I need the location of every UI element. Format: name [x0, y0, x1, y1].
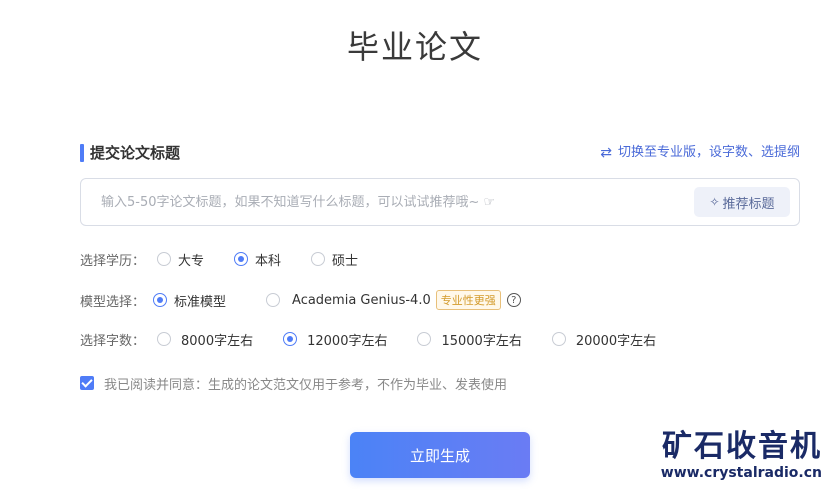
title-input-box: ✧ 推荐标题 [80, 178, 800, 226]
agreement-row: 我已阅读并同意：生成的论文范文仅用于参考，不作为毕业、发表使用 [80, 374, 508, 393]
education-option-dazhuan[interactable]: 大专 [157, 250, 204, 269]
title-input[interactable] [101, 179, 691, 225]
radio-circle[interactable] [311, 252, 326, 266]
option-label: 15000字左右 [441, 333, 522, 349]
option-label: 20000字左右 [575, 333, 657, 349]
pro-badge: 专业性更强 [435, 290, 501, 310]
option-label: 硕士 [332, 253, 359, 269]
agreement-checkbox[interactable] [80, 376, 94, 390]
radio-circle-checked[interactable] [234, 252, 249, 266]
radio-circle[interactable] [157, 252, 172, 266]
watermark-logo: 矿石收音机 www.crystalradio.cn [661, 430, 822, 482]
recommend-title-label: 推荐标题 [722, 196, 775, 212]
education-option-shuoshi[interactable]: 硕士 [311, 250, 358, 269]
option-label: Academia Genius-4.0 [292, 292, 431, 308]
option-label: 本科 [255, 253, 282, 269]
option-label: 标准模型 [174, 294, 227, 310]
word-count-option-12000[interactable]: 12000字左右 [283, 330, 387, 349]
generate-button[interactable]: 立即生成 [350, 432, 530, 478]
radio-circle-checked[interactable] [283, 332, 298, 346]
radio-circle-checked[interactable] [153, 293, 168, 307]
model-option-standard[interactable]: 标准模型 [153, 291, 226, 310]
swap-icon: ⇄ [600, 145, 612, 161]
section-accent-bar [80, 144, 84, 162]
option-label: 大专 [178, 253, 205, 269]
recommend-title-button[interactable]: ✧ 推荐标题 [694, 187, 790, 217]
model-row: 模型选择： 标准模型 Academia Genius-4.0 专业性更强 ? [80, 290, 521, 310]
education-label: 选择学历： [80, 253, 146, 269]
option-label: 8000字左右 [181, 333, 254, 349]
word-count-label: 选择字数： [80, 333, 146, 349]
word-count-option-8000[interactable]: 8000字左右 [157, 330, 253, 349]
word-count-option-15000[interactable]: 15000字左右 [417, 330, 522, 349]
section-title: 提交论文标题 [90, 144, 181, 162]
section-header: 提交论文标题 ⇄ 切换至专业版，设字数、选提纲 [80, 142, 800, 164]
switch-pro-link[interactable]: ⇄ 切换至专业版，设字数、选提纲 [600, 142, 800, 164]
sparkle-icon: ✧ [709, 195, 720, 209]
page-title: 毕业论文 [346, 28, 483, 66]
help-circle-icon[interactable]: ? [506, 293, 521, 307]
word-count-row: 选择字数： 8000字左右 12000字左右 15000字左右 20000字左右 [80, 329, 656, 349]
radio-circle[interactable] [266, 293, 281, 307]
radio-circle[interactable] [551, 332, 566, 346]
word-count-option-20000[interactable]: 20000字左右 [551, 330, 657, 349]
switch-pro-label: 切换至专业版，设字数、选提纲 [617, 145, 800, 160]
radio-circle[interactable] [417, 332, 432, 346]
education-option-benke[interactable]: 本科 [234, 250, 281, 269]
watermark-title: 矿石收音机 [662, 429, 822, 464]
model-label: 模型选择： [80, 294, 146, 310]
model-option-academia[interactable]: Academia Genius-4.0 [266, 293, 431, 308]
agreement-text: 我已阅读并同意：生成的论文范文仅用于参考，不作为毕业、发表使用 [104, 377, 508, 393]
option-label: 12000字左右 [307, 333, 388, 349]
education-row: 选择学历： 大专 本科 硕士 [80, 249, 388, 269]
watermark-url: www.crystalradio.cn [660, 465, 822, 481]
radio-circle[interactable] [157, 332, 172, 346]
